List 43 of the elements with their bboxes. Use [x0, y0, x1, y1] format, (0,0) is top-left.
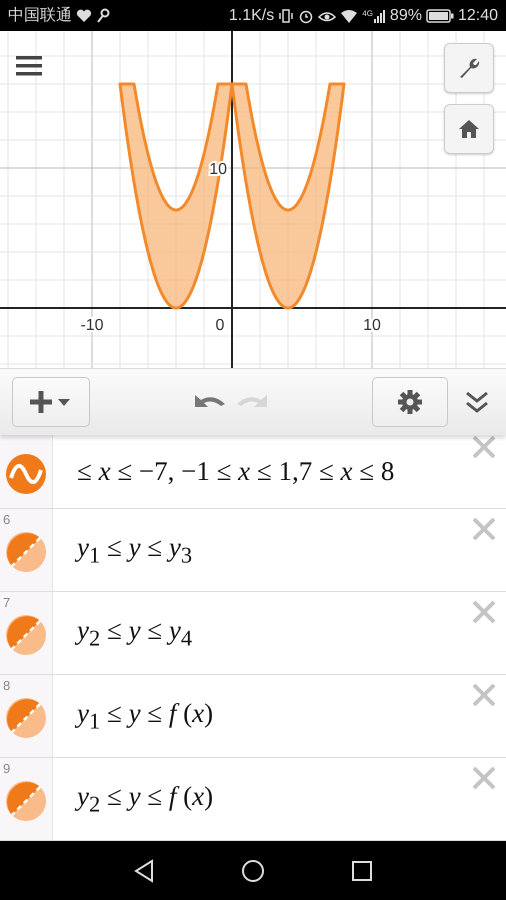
region-style-icon[interactable]	[6, 615, 46, 656]
network-speed: 1.1K/s	[228, 6, 274, 25]
close-icon[interactable]	[472, 600, 496, 624]
region-style-icon[interactable]	[6, 781, 46, 822]
row-number: 7	[3, 595, 10, 610]
region-style-icon[interactable]	[6, 532, 46, 572]
clock-time: 12:40	[458, 6, 498, 25]
collapse-icon[interactable]	[464, 390, 490, 414]
math-expression[interactable]: y$_{2}$ ≤ y ≤ f (x)	[77, 780, 214, 818]
region-style-icon[interactable]	[6, 698, 46, 738]
close-icon[interactable]	[472, 766, 496, 790]
heart-icon	[76, 8, 92, 23]
row-number: 9	[3, 761, 10, 776]
vibrate-icon	[278, 8, 294, 24]
math-expression[interactable]: ≤ x ≤ −7, −1 ≤ x ≤ 1,7 ≤ x ≤ 8	[77, 456, 394, 488]
math-expression[interactable]: y$_{2}$ ≤ y ≤ y$_{4}$	[77, 614, 192, 652]
network-type: 4G	[362, 9, 373, 18]
close-icon[interactable]	[472, 517, 496, 542]
wifi-icon	[340, 8, 358, 24]
recent-apps-icon[interactable]	[351, 860, 373, 882]
battery-icon	[426, 8, 454, 23]
math-expression[interactable]: y$_{1}$ ≤ y ≤ y$_{3}$	[77, 532, 192, 568]
close-icon[interactable]	[472, 683, 496, 708]
axis-label: -10	[80, 317, 104, 334]
back-icon[interactable]	[133, 858, 155, 883]
battery-percent: 89%	[390, 6, 422, 25]
menu-icon[interactable]	[16, 55, 42, 78]
signal-icon	[374, 8, 386, 24]
home-button[interactable]	[444, 104, 494, 154]
carrier-name: 中国联通	[8, 6, 72, 26]
wrench-button[interactable]	[444, 43, 494, 94]
row-number: 8	[3, 678, 10, 694]
wave-icon[interactable]	[6, 454, 46, 494]
home-icon	[458, 118, 480, 140]
settings-button[interactable]	[372, 377, 448, 428]
home-icon[interactable]	[241, 858, 265, 883]
gear-icon	[397, 389, 423, 416]
axis-label: 10	[363, 317, 381, 334]
row-number: 6	[3, 512, 10, 528]
axis-label: 0	[216, 317, 224, 334]
add-item-button[interactable]	[12, 377, 90, 428]
math-expression[interactable]: y$_{1}$ ≤ y ≤ f (x)	[77, 698, 214, 734]
close-icon[interactable]	[472, 435, 496, 460]
